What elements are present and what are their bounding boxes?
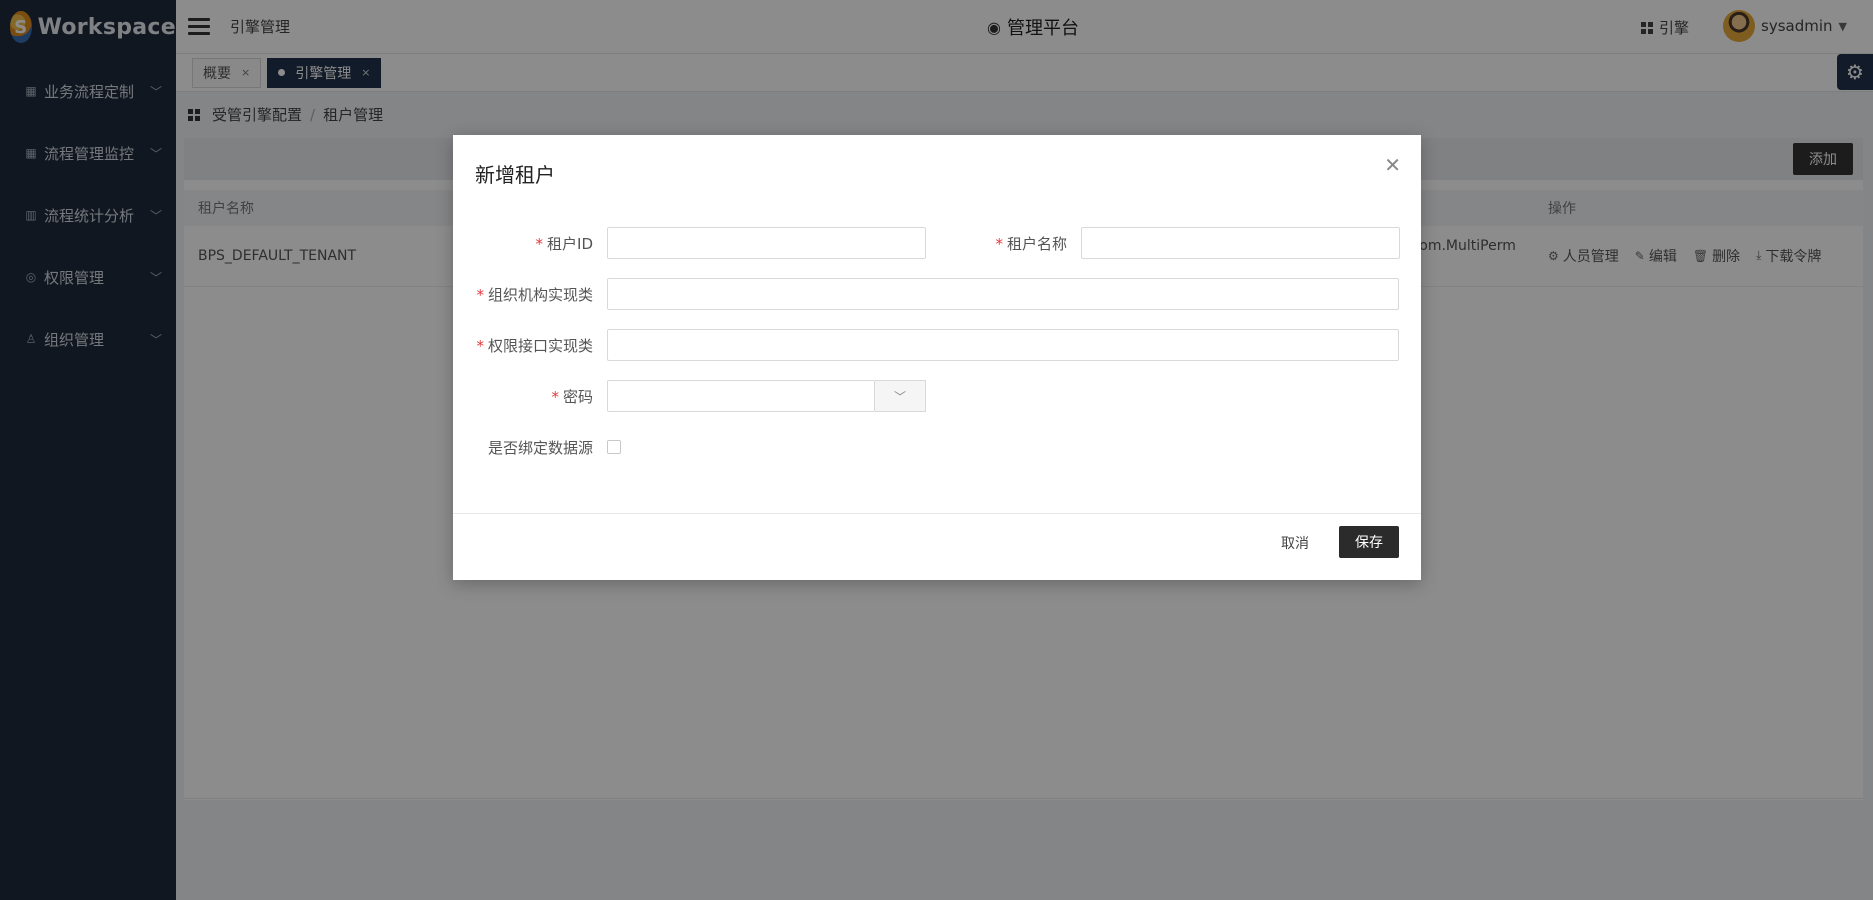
add-tenant-dialog: 新增租户 ✕ * 租户ID * 租户名称 * 组织机构实现类 * 权限接口实现类 * 密码… (453, 135, 1421, 580)
tenant-name-input[interactable] (1081, 227, 1400, 259)
eye-closed-icon[interactable]: ﹀ (875, 380, 926, 412)
close-icon[interactable]: ✕ (1384, 155, 1401, 175)
perm-impl-label: * 权限接口实现类 (476, 336, 593, 355)
dialog-footer: 取消 保存 (453, 513, 1421, 580)
perm-impl-input[interactable] (607, 329, 1399, 361)
tenant-name-label: * 租户名称 (995, 234, 1067, 253)
perm-impl-row: * 权限接口实现类 (453, 329, 1399, 361)
tenant-id-label: * 租户ID (535, 234, 593, 253)
tenant-name-row: * 租户名称 (923, 227, 1400, 259)
bind-datasource-row: 是否绑定数据源 (453, 431, 621, 463)
org-impl-row: * 组织机构实现类 (453, 278, 1399, 310)
org-impl-label: * 组织机构实现类 (476, 285, 593, 304)
password-input[interactable] (607, 380, 875, 412)
tenant-id-row: * 租户ID (453, 227, 926, 259)
bind-datasource-label: 是否绑定数据源 (487, 438, 593, 457)
org-impl-input[interactable] (607, 278, 1399, 310)
password-label: * 密码 (551, 387, 593, 406)
bind-datasource-checkbox[interactable] (607, 440, 621, 454)
cancel-button[interactable]: 取消 (1269, 527, 1321, 559)
tenant-id-input[interactable] (607, 227, 926, 259)
save-button[interactable]: 保存 (1339, 526, 1399, 558)
dialog-title: 新增租户 (475, 163, 555, 187)
password-row: * 密码 ﹀ (453, 380, 926, 412)
